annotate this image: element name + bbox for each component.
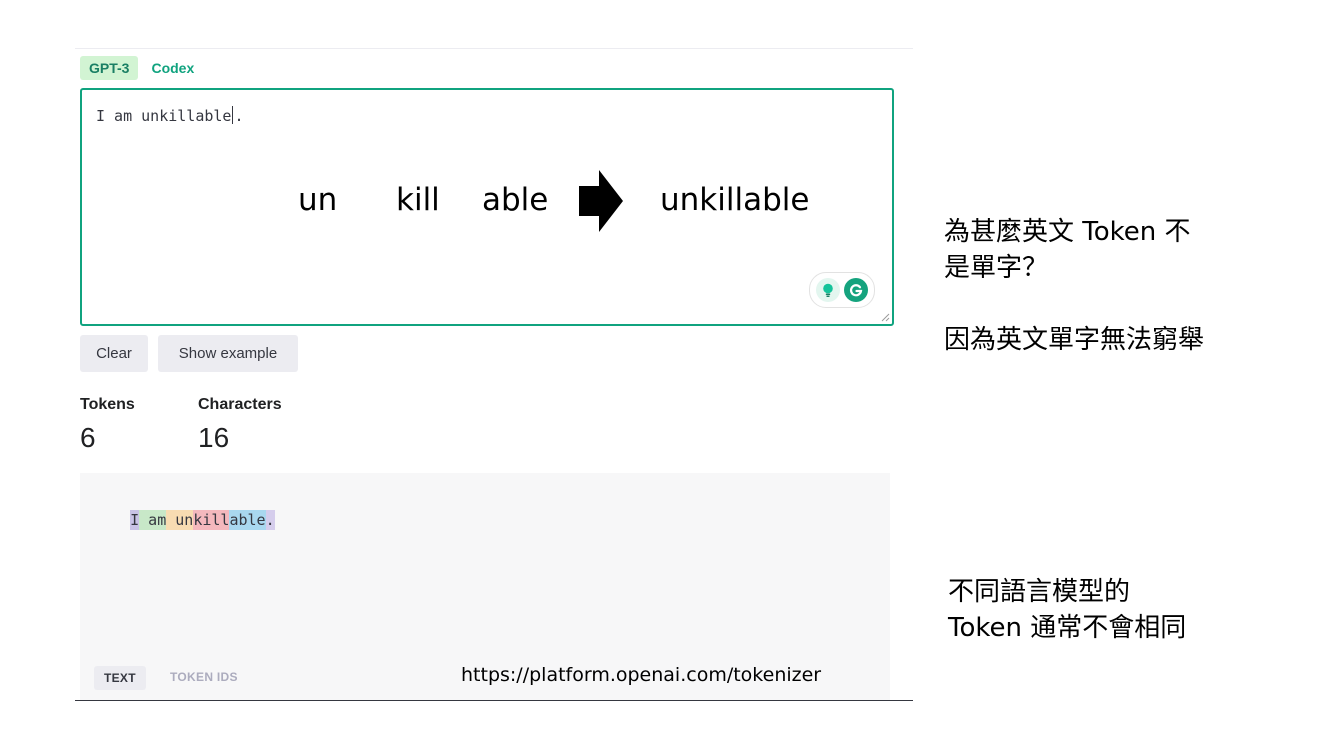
clear-button[interactable]: Clear [80,335,148,372]
source-url: https://platform.openai.com/tokenizer [461,664,822,686]
tab-token-ids[interactable]: TOKEN IDS [170,670,238,684]
token-chip: un [166,510,194,530]
side-question: 為甚麼英文 Token 不 是單字？ [944,214,1191,286]
characters-label: Characters [198,396,282,413]
token-list: I am unkillable. [94,487,275,553]
top-divider [75,48,913,49]
side-note: 不同語言模型的 Token 通常不會相同 [948,574,1186,646]
characters-count: 16 [198,422,230,453]
token-chip: I [130,510,140,530]
side-question-line2: 是單字？ [944,253,1049,283]
side-note-line2: Token 通常不會相同 [948,613,1187,643]
tokens-count: 6 [80,422,96,453]
extension-icons [809,272,875,308]
tab-gpt3[interactable]: GPT-3 [80,56,139,80]
right-arrow-icon [579,170,623,232]
token-chip: am [139,510,167,530]
model-tabs: GPT-3 Codex [80,56,207,80]
side-note-line1: 不同語言模型的 [948,577,1131,607]
side-answer: 因為英文單字無法窮舉 [944,325,1205,355]
side-question-line1: 為甚麼英文 Token 不 [944,217,1191,247]
token-chip: able [229,510,266,530]
input-text[interactable]: I am unkillable. [96,106,244,125]
resize-grip-icon[interactable] [880,312,890,322]
overlay-part-un: un [298,182,338,218]
tab-codex[interactable]: Codex [142,56,203,80]
token-chip: . [265,510,275,530]
bottom-divider [75,700,913,701]
show-example-button[interactable]: Show example [158,335,298,372]
tab-text[interactable]: TEXT [94,666,146,690]
overlay-part-kill: kill [396,182,440,218]
token-chip: kill [193,510,230,530]
input-text-after-caret: . [234,107,244,125]
overlay-part-able: able [482,182,549,218]
grammarly-icon[interactable] [844,278,868,302]
input-text-before-caret: I am unkillable [96,107,232,125]
lightbulb-icon[interactable] [816,278,840,302]
tokens-label: Tokens [80,396,135,413]
overlay-result: unkillable [660,182,810,218]
